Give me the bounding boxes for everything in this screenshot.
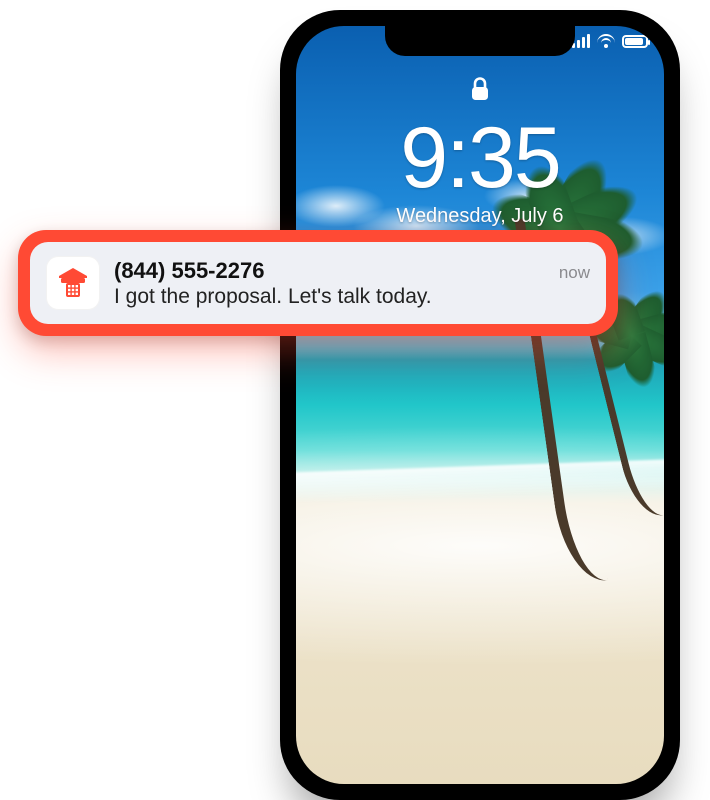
lock-screen-header: 9:35 Wednesday, July 6 [296, 76, 664, 228]
notification-app-icon [46, 256, 100, 310]
phone-notch [385, 26, 575, 56]
phone-screen[interactable]: 9:35 Wednesday, July 6 [296, 26, 664, 784]
phone-icon [53, 263, 93, 303]
battery-icon [622, 35, 648, 48]
lock-screen-time: 9:35 [400, 115, 559, 201]
phone-device-frame: 9:35 Wednesday, July 6 [280, 10, 680, 800]
lock-icon [470, 76, 490, 107]
canvas: 9:35 Wednesday, July 6 [0, 0, 710, 800]
wifi-icon [597, 34, 615, 48]
lock-screen-date: Wednesday, July 6 [396, 205, 563, 228]
notification-card[interactable]: (844) 555-2276 now I got the proposal. L… [30, 242, 606, 324]
notification-highlight-frame: (844) 555-2276 now I got the proposal. L… [18, 230, 618, 336]
notification-timestamp: now [549, 263, 590, 283]
status-bar [572, 34, 648, 48]
notification-message: I got the proposal. Let's talk today. [114, 285, 590, 309]
notification-body: (844) 555-2276 now I got the proposal. L… [114, 258, 590, 309]
notification-sender: (844) 555-2276 [114, 258, 264, 284]
